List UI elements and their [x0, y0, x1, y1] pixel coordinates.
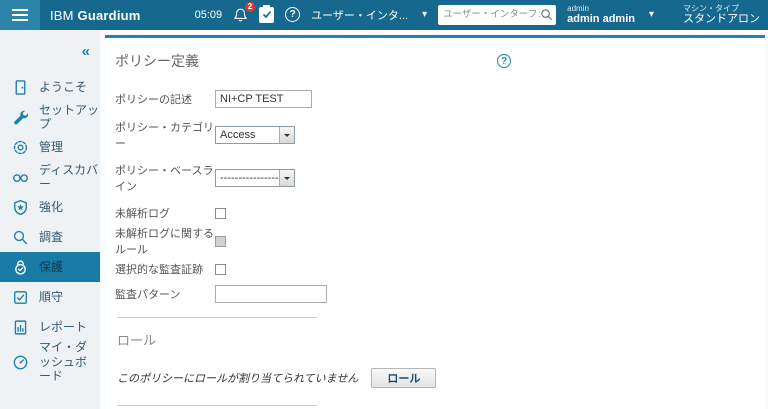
gear-icon [13, 140, 28, 154]
lock-icon [15, 260, 26, 275]
sidebar-item-protect[interactable]: 保護 [0, 252, 100, 282]
sidebar-item-manage[interactable]: 管理 [0, 132, 100, 162]
audit-pattern-input[interactable] [215, 285, 327, 303]
policy-description-input[interactable] [215, 90, 312, 108]
unparsed-log-checkbox[interactable] [215, 207, 226, 219]
audit-pattern-label: 監査パターン [115, 289, 181, 301]
roles-button[interactable]: ロール [371, 368, 437, 388]
select-arrow-icon [279, 170, 294, 186]
wrench-icon [14, 110, 29, 124]
policy-baseline-select[interactable]: ------------------ [215, 169, 295, 187]
notifications-bell-icon[interactable]: 2 [233, 1, 256, 23]
section-divider [117, 405, 317, 406]
sidebar-item-my-dashboards[interactable]: マイ・ダッシュボード [0, 340, 100, 383]
chevron-down-icon: ▾ [422, 8, 428, 20]
policy-description-label: ポリシーの記述 [115, 94, 192, 106]
hamburger-menu-button[interactable] [0, 0, 40, 30]
sidebar-item-welcome[interactable]: ようこそ [0, 72, 100, 102]
door-icon [15, 79, 26, 95]
help-icon[interactable]: ? [285, 7, 301, 23]
user-role-label: admin [567, 4, 589, 14]
top-bar: IBM Guardium 05:09 2 ? ユーザー・インタ... ▾ adm… [0, 0, 768, 30]
sidebar-item-harden[interactable]: 強化 [0, 192, 100, 222]
sidebar-item-comply[interactable]: 順守 [0, 282, 100, 312]
ui-search-box [438, 4, 557, 25]
sidebar-item-reports[interactable]: レポート [0, 312, 100, 342]
checklist-icon [14, 290, 27, 304]
sidebar-item-setup[interactable]: セットアップ [0, 102, 100, 132]
chevron-down-icon: ▾ [648, 8, 654, 20]
user-name: admin admin [567, 13, 635, 26]
policy-category-select[interactable]: Access [215, 126, 295, 144]
content-area: ポリシー定義 ? ポリシーの記述 ポリシー・カテゴリー Access ポリシー・… [100, 30, 768, 409]
ui-section-dropdown[interactable]: ユーザー・インタ... ▾ [311, 7, 427, 23]
sidebar-item-investigate[interactable]: 調査 [0, 222, 100, 252]
machine-type-block: マシン・タイプ スタンドアロン [683, 4, 760, 26]
user-menu[interactable]: admin admin admin ▾ [567, 4, 654, 26]
dashboard-icon [13, 355, 28, 369]
policy-category-label: ポリシー・カテゴリー [115, 122, 214, 150]
selective-audit-label: 選択的な監査証跡 [115, 264, 203, 276]
select-arrow-icon [279, 127, 294, 143]
policy-baseline-label: ポリシー・ベースライン [115, 165, 214, 193]
unparsed-log-label: 未解析ログ [115, 208, 170, 220]
page-title: ポリシー定義 [115, 53, 199, 69]
binoculars-icon [13, 173, 28, 182]
sidebar-collapse-button[interactable]: « [82, 44, 90, 59]
shield-icon [14, 199, 27, 215]
roles-empty-message: このポリシーにロールが割り当てられていません [117, 373, 359, 385]
unparsed-log-rule-label: 未解析ログに関するルール [115, 228, 214, 256]
unparsed-log-rule-checkbox [215, 235, 226, 247]
roles-section-heading: ロール [117, 333, 157, 348]
report-icon [14, 319, 27, 335]
search-icon[interactable] [540, 8, 553, 21]
selective-audit-checkbox[interactable] [215, 263, 226, 275]
tasks-clipboard-icon[interactable] [259, 4, 275, 23]
machine-type-value: スタンドアロン [683, 13, 760, 26]
notification-count-badge: 2 [244, 1, 256, 12]
section-divider [117, 317, 317, 318]
panel-help-icon[interactable]: ? [497, 54, 511, 68]
machine-type-label: マシン・タイプ [683, 4, 739, 14]
policy-definition-panel: ポリシー定義 ? ポリシーの記述 ポリシー・カテゴリー Access ポリシー・… [105, 35, 765, 409]
policy-form: ポリシーの記述 ポリシー・カテゴリー Access ポリシー・ベースライン --… [115, 90, 765, 303]
sidebar-item-discover[interactable]: ディスカバー [0, 162, 100, 192]
magnifier-icon [13, 230, 28, 244]
app-logo: IBM Guardium [50, 7, 141, 23]
search-input[interactable] [443, 9, 541, 21]
sidebar: « ようこそ セットアップ 管理 ディスカバー 強化 調査 保護 順守 レポート… [0, 30, 100, 409]
clock-time: 05:09 [194, 8, 223, 21]
